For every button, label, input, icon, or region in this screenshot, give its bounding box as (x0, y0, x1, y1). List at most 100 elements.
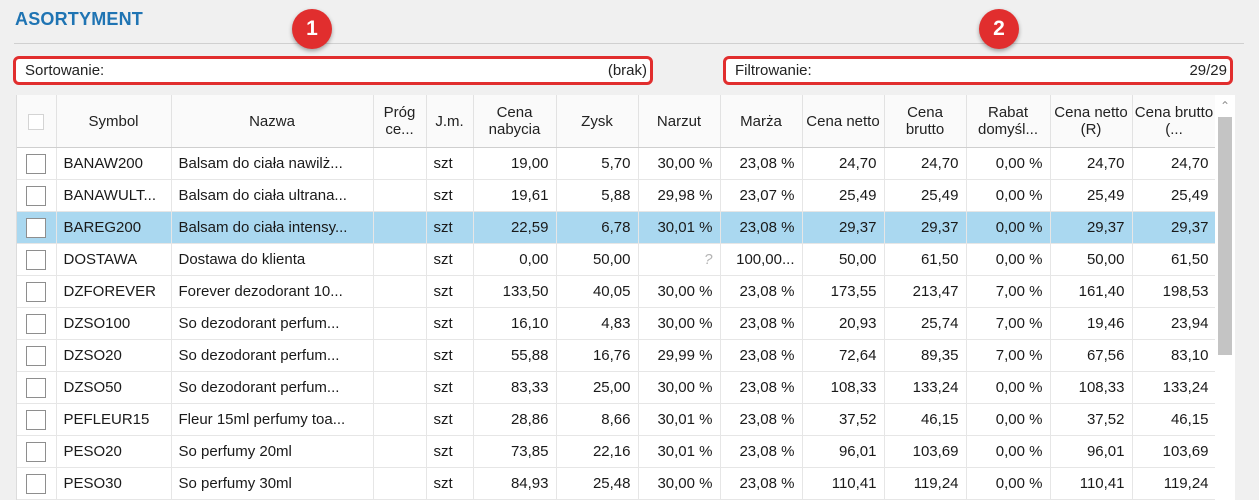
cell-marza-text: 23,08 % (739, 443, 795, 460)
cell-cena-netto: 20,93 (802, 307, 885, 340)
cell-jm: szt (426, 275, 474, 308)
column-header-zysk[interactable]: Zysk (556, 95, 639, 148)
cell-cena-brutto-r-text: 24,70 (1170, 155, 1209, 172)
cell-cena-brutto: 103,69 (884, 435, 967, 468)
cell-prog (373, 243, 427, 276)
cell-cena-netto-text: 110,41 (831, 475, 877, 492)
cell-marza-text: 23,08 % (739, 347, 795, 364)
cell-nazwa-text: Balsam do ciała intensy... (178, 219, 348, 236)
cell-zysk: 6,78 (556, 211, 639, 244)
cell-prog (373, 147, 427, 180)
cell-cena-brutto-r: 61,50 (1132, 243, 1216, 276)
cell-zysk-text: 25,00 (592, 379, 631, 396)
cell-rabat: 0,00 % (966, 371, 1051, 404)
cell-cena-netto: 25,49 (802, 179, 885, 212)
cell-symbol-text: DZSO100 (63, 315, 131, 332)
table-row[interactable]: DZSO50 So dezodorant perfum... szt 83,33 25,… (17, 371, 1216, 404)
cell-cena-netto-r-text: 67,56 (1086, 347, 1125, 364)
table-row[interactable]: PESO20 So perfumy 20ml szt 73,85 22,16 30,01 … (17, 435, 1216, 468)
cell-rabat-text: 0,00 % (995, 187, 1043, 204)
cell-symbol: DZFOREVER (56, 275, 172, 308)
row-checkbox[interactable] (26, 281, 47, 302)
table-row[interactable]: BANAWULT... Balsam do ciała ultrana... szt… (17, 179, 1216, 212)
cell-cena-brutto-text: 119,24 (913, 475, 959, 492)
row-checkbox[interactable] (26, 409, 47, 430)
column-header-marza[interactable]: Marża (720, 95, 803, 148)
cell-symbol: BANAW200 (56, 147, 172, 180)
row-checkbox[interactable] (26, 345, 47, 366)
column-header-cena-brutto-r[interactable]: Cena brutto (... (1132, 95, 1216, 148)
cell-cena-brutto: 119,24 (884, 467, 967, 500)
sort-label: Sortowanie: (25, 62, 105, 79)
cell-cena-brutto-r-text: 103,69 (1162, 443, 1209, 460)
table-row[interactable]: DZSO20 So dezodorant perfum... szt 55,88 16,… (17, 339, 1216, 372)
cell-narzut: 30,01 % (638, 211, 721, 244)
cell-cena-netto-r-text: 19,46 (1086, 315, 1125, 332)
cell-rabat: 0,00 % (966, 435, 1051, 468)
cell-nazwa-text: Forever dezodorant 10... (178, 283, 343, 300)
table-row[interactable]: DZSO100 So dezodorant perfum... szt 16,10 4,… (17, 307, 1216, 340)
row-checkbox[interactable] (26, 441, 47, 462)
cell-symbol: PEFLEUR15 (56, 403, 172, 436)
chevron-up-icon[interactable]: ⌃ (1215, 95, 1235, 117)
cell-narzut-text: 29,99 % (657, 347, 713, 364)
cell-cena-brutto-r: 198,53 (1132, 275, 1216, 308)
row-checkbox[interactable] (26, 185, 47, 206)
cell-cena-brutto-r: 133,24 (1132, 371, 1216, 404)
cell-symbol: DZSO50 (56, 371, 172, 404)
table-row[interactable]: BANAW200 Balsam do ciała nawilż... szt 19,0… (17, 147, 1216, 180)
row-checkbox[interactable] (26, 377, 47, 398)
assortment-grid[interactable]: Symbol Nazwa Próg ce... J.m. Cena nabyci… (16, 95, 1216, 500)
cell-narzut: 30,00 % (638, 275, 721, 308)
cell-zysk-text: 8,66 (601, 411, 631, 428)
row-checkbox[interactable] (26, 153, 47, 174)
row-checkbox[interactable] (26, 313, 47, 334)
cell-narzut-text: 30,00 % (657, 283, 713, 300)
column-header-cena-brutto[interactable]: Cena brutto (884, 95, 967, 148)
cell-cena-netto-r: 110,41 (1050, 467, 1133, 500)
vertical-scrollbar[interactable]: ⌃ (1215, 95, 1235, 500)
column-header-prog[interactable]: Próg ce... (373, 95, 427, 148)
cell-nazwa: So perfumy 30ml (171, 467, 374, 500)
row-checkbox[interactable] (26, 217, 47, 238)
cell-nazwa: Dostawa do klienta (171, 243, 374, 276)
cell-cena-netto-text: 108,33 (830, 379, 877, 396)
cell-jm: szt (426, 403, 474, 436)
table-row[interactable]: BAREG200 Balsam do ciała intensy... szt 22,… (17, 211, 1216, 244)
cell-rabat-text: 7,00 % (995, 315, 1043, 332)
cell-rabat: 0,00 % (966, 147, 1051, 180)
cell-marza: 23,08 % (720, 403, 803, 436)
column-header-nazwa[interactable]: Nazwa (171, 95, 374, 148)
cell-cena-brutto-r: 103,69 (1132, 435, 1216, 468)
column-header-jm[interactable]: J.m. (426, 95, 474, 148)
column-header-symbol[interactable]: Symbol (56, 95, 172, 148)
cell-cena-brutto-text: 133,24 (912, 379, 959, 396)
select-all-checkbox[interactable] (28, 113, 45, 130)
column-header-cena-netto[interactable]: Cena netto (802, 95, 885, 148)
column-header-cena-nabycia[interactable]: Cena nabycia (473, 95, 557, 148)
cell-cena-nabycia-text: 73,85 (510, 443, 549, 460)
filter-bar[interactable]: Filtrowanie: 29/29 (723, 56, 1233, 85)
cell-jm-text: szt (433, 443, 453, 460)
row-checkbox[interactable] (26, 249, 47, 270)
table-row[interactable]: PEFLEUR15 Fleur 15ml perfumy toa... szt 28,… (17, 403, 1216, 436)
cell-zysk: 50,00 (556, 243, 639, 276)
row-checkbox[interactable] (26, 473, 47, 494)
cell-nazwa: So dezodorant perfum... (171, 307, 374, 340)
column-header-rabat[interactable]: Rabat domyśl... (966, 95, 1051, 148)
cell-cena-netto-r: 25,49 (1050, 179, 1133, 212)
cell-cena-netto-r: 96,01 (1050, 435, 1133, 468)
cell-cena-brutto-r-text: 198,53 (1162, 283, 1209, 300)
scrollbar-thumb[interactable] (1218, 117, 1232, 355)
panel-title: ASORTYMENT (15, 9, 143, 29)
column-header-cena-netto-r[interactable]: Cena netto (R) (1050, 95, 1133, 148)
table-row[interactable]: PESO30 So perfumy 30ml szt 84,93 25,48 30,00 … (17, 467, 1216, 500)
column-header-narzut[interactable]: Narzut (638, 95, 721, 148)
cell-symbol: DZSO100 (56, 307, 172, 340)
cell-cena-brutto: 25,74 (884, 307, 967, 340)
column-header-select[interactable] (17, 95, 57, 148)
sort-bar[interactable]: Sortowanie: (brak) (13, 56, 653, 85)
table-row[interactable]: DZFOREVER Forever dezodorant 10... szt 133,… (17, 275, 1216, 308)
table-row[interactable]: DOSTAWA Dostawa do klienta szt 0,00 50,00? 10… (17, 243, 1216, 276)
cell-marza-text: 23,07 % (739, 187, 795, 204)
